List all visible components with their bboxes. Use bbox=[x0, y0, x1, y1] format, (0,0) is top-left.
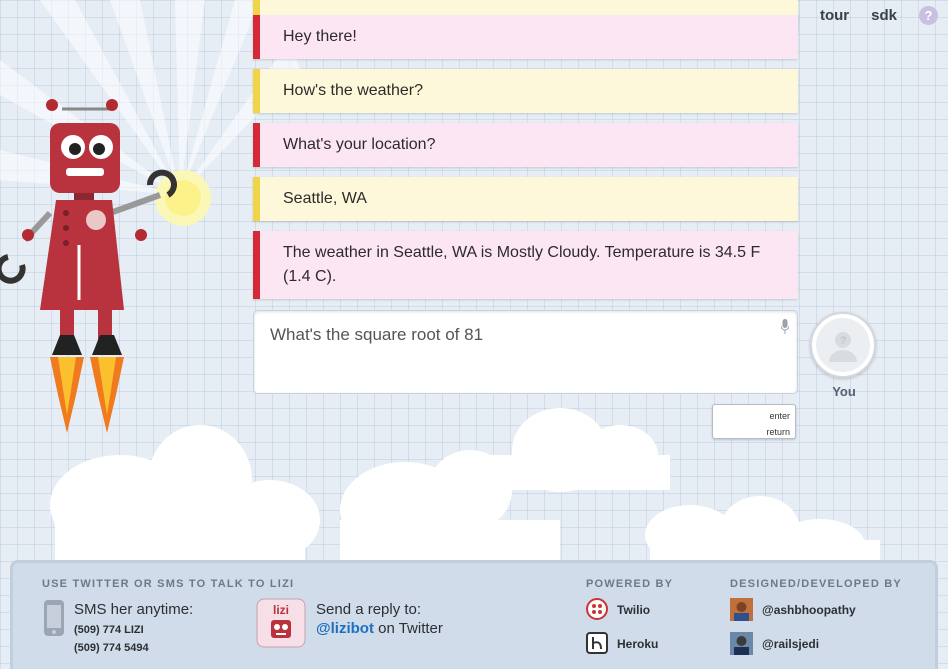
twilio-icon bbox=[586, 598, 608, 620]
developer-link[interactable]: @railsjedi bbox=[762, 637, 819, 651]
message-input-value: What's the square root of 81 bbox=[270, 325, 484, 344]
lizi-logo-icon: lizi bbox=[256, 598, 306, 648]
reply-title: Send a reply to: bbox=[316, 601, 422, 618]
lizi-robot-mascot bbox=[0, 99, 211, 433]
heroku-icon bbox=[586, 632, 608, 654]
clouds-decoration bbox=[50, 408, 880, 570]
message-text: The weather in Seattle, WA is Mostly Clo… bbox=[283, 244, 761, 285]
robot-message: The weather in Seattle, WA is Mostly Clo… bbox=[253, 231, 798, 299]
robot-message: Hey there! bbox=[253, 15, 798, 59]
twitter-line: @lizibot on Twitter bbox=[316, 620, 443, 637]
footer: USE TWITTER OR SMS TO TALK TO LIZI SMS h… bbox=[10, 560, 938, 669]
message-input[interactable]: What's the square root of 81 bbox=[253, 310, 798, 394]
help-icon[interactable]: ? bbox=[919, 6, 938, 25]
user-message: How's the weather? bbox=[253, 69, 798, 113]
robot-message: What's your location? bbox=[253, 123, 798, 167]
svg-text:?: ? bbox=[840, 335, 846, 347]
user-avatar: ? bbox=[810, 312, 876, 378]
microphone-icon[interactable] bbox=[781, 319, 789, 334]
developer-link[interactable]: @ashbhoopathy bbox=[762, 603, 856, 617]
message-text: How's the weather? bbox=[283, 82, 424, 99]
message-text: What's your location? bbox=[283, 136, 436, 153]
user-label: You bbox=[832, 384, 856, 399]
developer-avatar bbox=[730, 598, 753, 621]
twitter-handle-link[interactable]: @lizibot bbox=[316, 620, 374, 637]
top-nav: tour sdk ? bbox=[820, 6, 938, 25]
twitter-suffix: on Twitter bbox=[373, 620, 443, 637]
tour-link[interactable]: tour bbox=[820, 7, 849, 24]
sms-number: (509) 774 LIZI bbox=[74, 624, 144, 636]
user-silhouette-icon: ? bbox=[829, 332, 857, 362]
sms-number: (509) 774 5494 bbox=[74, 642, 149, 654]
phone-icon bbox=[44, 600, 64, 636]
user-message: Seattle, WA bbox=[253, 177, 798, 221]
twilio-link[interactable]: Twilio bbox=[617, 603, 650, 617]
message-text: Seattle, WA bbox=[283, 190, 367, 207]
designed-heading: DESIGNED/DEVELOPED BY bbox=[730, 578, 902, 590]
heroku-link[interactable]: Heroku bbox=[617, 637, 658, 651]
sdk-link[interactable]: sdk bbox=[871, 7, 897, 24]
developer-avatar bbox=[730, 632, 753, 655]
svg-text:lizi: lizi bbox=[273, 603, 289, 617]
contact-heading: USE TWITTER OR SMS TO TALK TO LIZI bbox=[42, 578, 295, 590]
powered-heading: POWERED BY bbox=[586, 578, 674, 590]
sms-title: SMS her anytime: bbox=[74, 601, 194, 618]
message-text: Hey there! bbox=[283, 28, 357, 45]
